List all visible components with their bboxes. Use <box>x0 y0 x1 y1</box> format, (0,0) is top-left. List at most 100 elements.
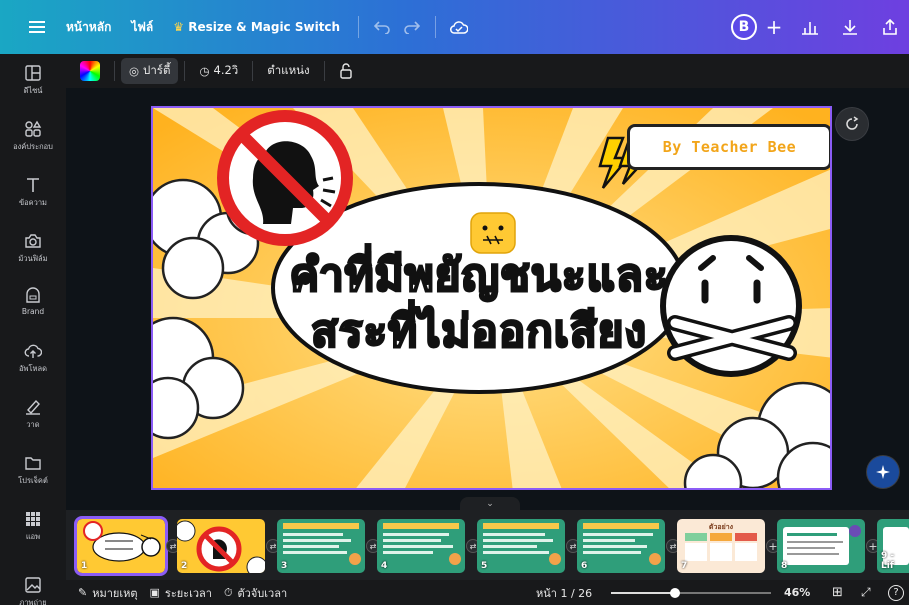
rail-text[interactable]: ข้อความ <box>0 176 66 209</box>
page-indicator[interactable]: หน้า 1 / 26 <box>536 584 592 602</box>
analytics-icon[interactable] <box>791 8 829 46</box>
resize-magic-switch-button[interactable]: ♛ Resize & Magic Switch <box>163 20 350 34</box>
thumb-number: 4 <box>381 561 388 571</box>
duration-toggle-button[interactable]: ▣ ระยะเวลา <box>150 584 212 602</box>
rail-photos[interactable]: ภาพถ่าย <box>0 576 66 605</box>
thumb-number: 2 <box>181 561 188 571</box>
add-collaborator-button[interactable]: + <box>759 12 789 42</box>
rail-design[interactable]: ดีไซน์ <box>0 64 66 97</box>
divider <box>252 61 254 81</box>
animation-label: ปาร์ตี้ <box>143 63 171 77</box>
zoom-slider[interactable] <box>611 588 771 598</box>
grid-view-icon[interactable]: ⊞ <box>832 585 843 600</box>
download-icon[interactable] <box>831 8 869 46</box>
chevron-down-icon: ⌄ <box>486 499 494 509</box>
notes-label: หมายเหตุ <box>92 586 138 600</box>
context-toolbar: ◎ ปาร์ตี้ ◷ 4.2วิ ตำแหน่ง <box>66 54 909 88</box>
layout-icon <box>25 65 41 81</box>
rail-draw[interactable]: วาด <box>0 398 66 431</box>
image-icon <box>25 577 41 593</box>
text-icon <box>27 178 39 192</box>
folder-icon <box>25 457 41 470</box>
rail-label: อัพโหลด <box>19 364 47 373</box>
zipped-mouth-emoji-icon <box>470 212 516 254</box>
draw-icon <box>26 399 40 415</box>
page-thumbnail-3[interactable]: 3 <box>277 519 365 573</box>
left-rail: ดีไซน์ องค์ประกอบ ข้อความ ม้วนฟิล์ม Bran… <box>0 54 66 605</box>
lock-icon[interactable] <box>331 59 361 83</box>
page-thumbnail-6[interactable]: 6 <box>577 519 665 573</box>
rail-label: วาด <box>26 420 40 429</box>
apps-grid-icon <box>26 512 40 526</box>
notes-button[interactable]: ✎ หมายเหตุ <box>78 584 138 602</box>
page-thumbnail-5[interactable]: 5 <box>477 519 565 573</box>
animation-party-button[interactable]: ◎ ปาร์ตี้ <box>121 58 179 84</box>
rail-label: ภาพถ่าย <box>19 598 47 605</box>
brand-icon <box>26 287 40 303</box>
shapes-icon <box>25 120 42 137</box>
rail-label: ข้อความ <box>18 198 47 207</box>
rail-camera-roll[interactable]: ม้วนฟิล์ม <box>0 232 66 265</box>
page-thumbnail-4[interactable]: 4 <box>377 519 465 573</box>
fullscreen-icon[interactable]: ⤢ <box>861 585 871 600</box>
rail-label: ดีไซน์ <box>23 86 43 95</box>
resize-label: Resize & Magic Switch <box>188 20 341 34</box>
topbar-right: B + <box>731 0 909 54</box>
duration-toggle-label: ระยะเวลา <box>164 586 212 600</box>
duration-button[interactable]: ◷ 4.2วิ <box>191 58 246 84</box>
refresh-comment-button[interactable] <box>836 108 868 140</box>
share-icon[interactable] <box>871 8 909 46</box>
cloud-saved-icon[interactable] <box>444 12 474 42</box>
rail-projects[interactable]: โปรเจ็คต์ <box>0 454 66 487</box>
play-box-icon: ▣ <box>149 586 160 599</box>
rotate-icon <box>846 116 859 130</box>
rail-label: แอพ <box>25 532 41 541</box>
page-thumbnail-1[interactable]: 1 <box>74 516 168 576</box>
animate-icon: ◎ <box>129 64 140 78</box>
rail-label: องค์ประกอบ <box>13 142 53 151</box>
undo-icon[interactable] <box>367 12 397 42</box>
teacher-label[interactable]: By Teacher Bee <box>627 124 830 170</box>
avatar[interactable]: B <box>731 14 757 40</box>
silenced-face-icon <box>660 235 802 377</box>
upload-cloud-icon <box>24 344 42 358</box>
page-thumbnail-7[interactable]: ตัวอย่าง 7 <box>677 519 765 573</box>
page-thumbnail-2[interactable]: 2 <box>177 519 265 573</box>
color-picker-swatch[interactable] <box>80 61 100 81</box>
top-bar: หน้าหลัก ไฟล์ ♛ Resize & Magic Switch B … <box>0 0 909 54</box>
crown-icon: ♛ <box>173 20 185 34</box>
thumb-number: 9 - Lif <box>881 551 895 571</box>
zoom-slider-fill <box>611 592 675 594</box>
divider <box>114 61 115 81</box>
divider <box>435 16 437 38</box>
page-thumbnail-8[interactable]: 8 <box>777 519 865 573</box>
rail-label: Brand <box>21 307 45 316</box>
duration-label: 4.2วิ <box>213 63 239 77</box>
divider <box>323 61 325 81</box>
file-menu[interactable]: ไฟล์ <box>121 18 163 37</box>
help-icon[interactable]: ? <box>888 584 904 601</box>
collapse-filmstrip-button[interactable]: ⌄ <box>460 497 520 511</box>
divider <box>358 16 360 38</box>
slide-title[interactable]: คำที่มีพยัญชนะและ สระที่ไม่ออกเสียง <box>281 248 677 360</box>
stopwatch-icon: ⏱ <box>223 585 233 599</box>
zoom-slider-knob[interactable] <box>670 588 680 598</box>
no-talking-sign <box>217 110 353 246</box>
page-thumbnail-9[interactable]: 9 - Lif <box>877 519 909 573</box>
rail-uploads[interactable]: อัพโหลด <box>0 342 66 375</box>
position-button[interactable]: ตำแหน่ง <box>259 58 317 84</box>
magic-assist-button[interactable] <box>867 456 899 488</box>
timer-label: ตัวจับเวลา <box>237 586 288 600</box>
redo-icon[interactable] <box>397 12 427 42</box>
title-line-1: คำที่มีพยัญชนะและ <box>288 249 669 303</box>
clock-icon: ◷ <box>199 64 210 78</box>
rail-elements[interactable]: องค์ประกอบ <box>0 120 66 153</box>
hamburger-menu-icon[interactable] <box>18 8 56 46</box>
rail-brand[interactable]: Brand <box>0 286 66 316</box>
camera-icon <box>25 234 41 248</box>
home-menu[interactable]: หน้าหลัก <box>56 18 121 37</box>
rail-apps[interactable]: แอพ <box>0 510 66 543</box>
timer-button[interactable]: ⏱ ตัวจับเวลา <box>224 584 287 602</box>
zoom-level[interactable]: 46% <box>784 586 810 599</box>
slide-canvas[interactable]: By Teacher Bee คำที่มีพยัญชนะและ สระที่ไ… <box>151 106 832 490</box>
